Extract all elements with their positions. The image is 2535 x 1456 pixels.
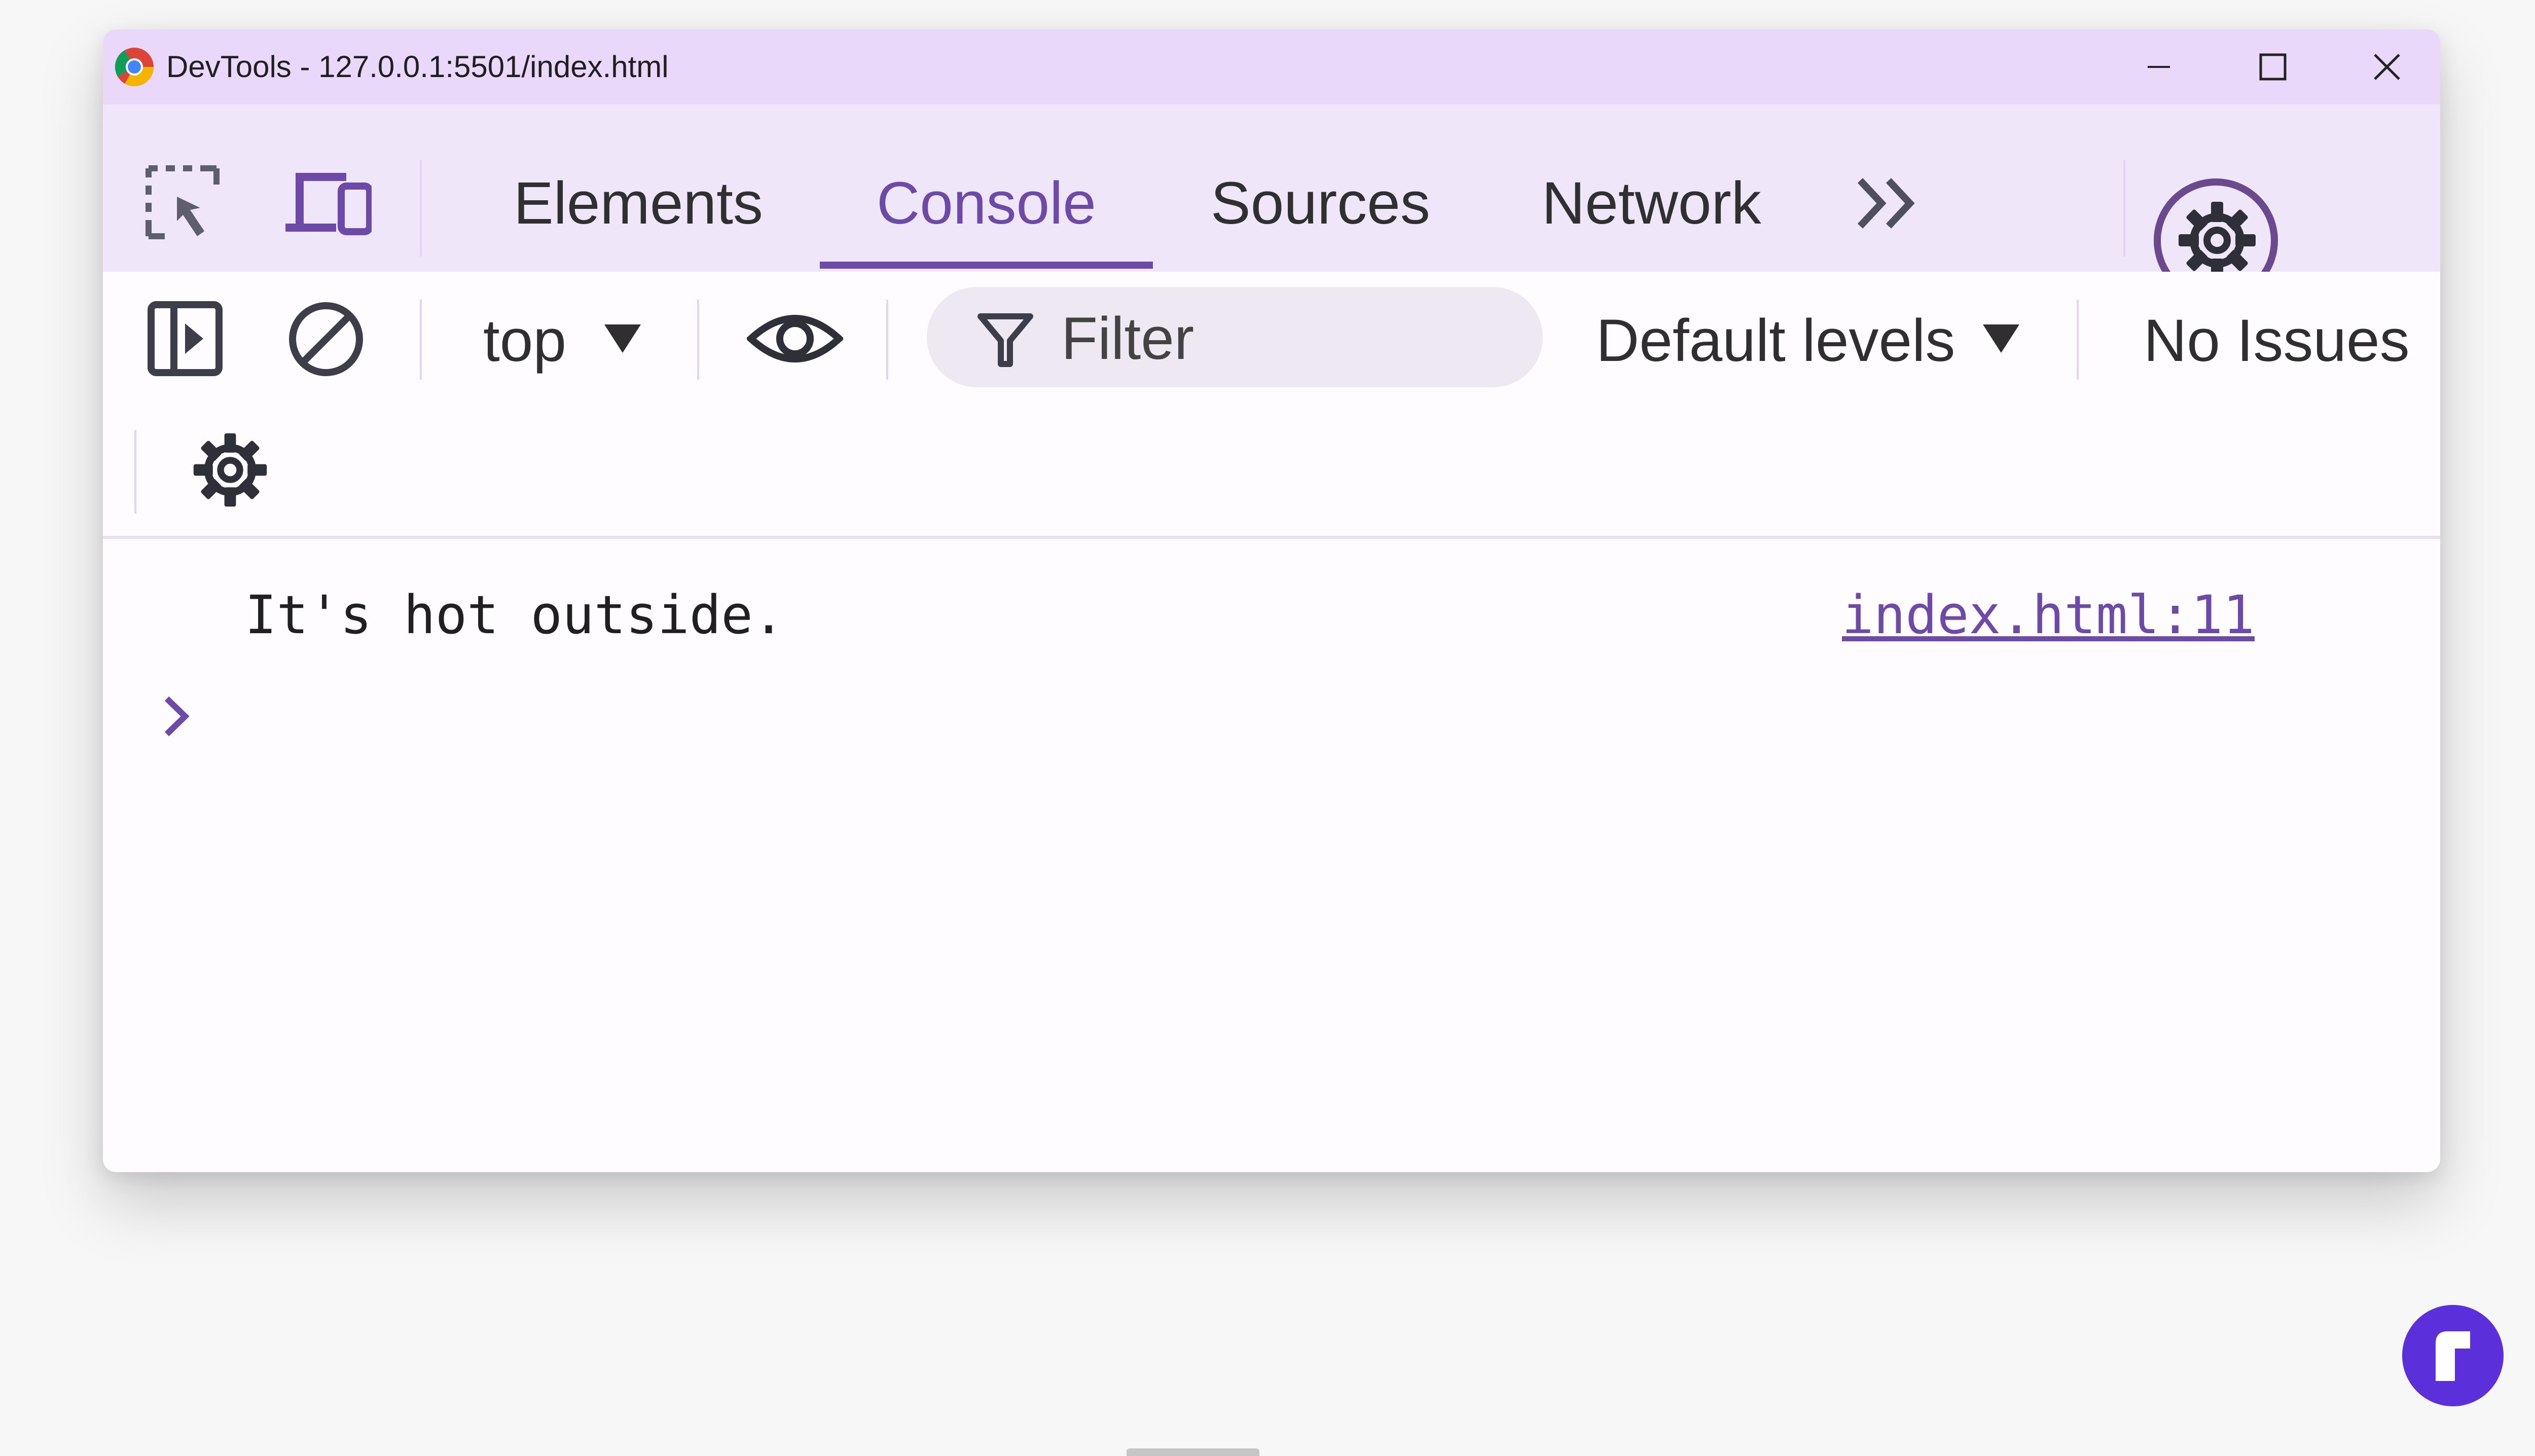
drag-handle[interactable]: [1127, 1448, 1259, 1456]
filter-icon: [977, 313, 1033, 367]
device-toolbar-icon[interactable]: [285, 168, 372, 239]
chrome-icon: [115, 48, 154, 87]
eye-icon[interactable]: [747, 308, 843, 369]
console-output: It's hot outside. index.html:11: [103, 539, 2440, 1172]
filter-input[interactable]: Filter: [927, 287, 1543, 387]
separator: [134, 430, 136, 514]
devtools-window: DevTools - 127.0.0.1:5501/index.html Ele…: [103, 29, 2440, 1172]
inspect-element-icon[interactable]: [144, 164, 221, 240]
desktop: DevTools - 127.0.0.1:5501/index.html Ele…: [0, 0, 2535, 1456]
levels-selector[interactable]: Default levels: [1596, 305, 1955, 376]
r-badge-icon: [2436, 1331, 2470, 1381]
tab-sources[interactable]: Sources: [1211, 168, 1430, 239]
window-title: DevTools - 127.0.0.1:5501/index.html: [166, 50, 669, 84]
gear-icon[interactable]: [192, 431, 269, 508]
context-selector[interactable]: top: [483, 305, 566, 376]
title-bar: DevTools - 127.0.0.1:5501/index.html: [103, 29, 2440, 104]
tab-network[interactable]: Network: [1542, 168, 1761, 239]
sidebar-toggle-icon[interactable]: [148, 301, 223, 376]
tab-elements[interactable]: Elements: [514, 168, 763, 239]
chevron-down-icon[interactable]: [1981, 322, 2021, 355]
chevron-down-icon[interactable]: [602, 322, 643, 355]
issues-button[interactable]: No Issues: [2144, 305, 2410, 376]
separator: [886, 300, 888, 380]
active-tab-indicator: [820, 262, 1153, 269]
chevron-double-right-icon[interactable]: [1853, 175, 1919, 231]
console-message-text: It's hot outside.: [245, 584, 785, 646]
close-icon[interactable]: [2367, 47, 2407, 87]
separator: [420, 160, 422, 257]
separator: [420, 300, 422, 380]
console-message-source-link[interactable]: index.html:11: [1842, 579, 2255, 650]
filter-placeholder: Filter: [1061, 305, 1194, 372]
minimize-icon[interactable]: [2139, 47, 2179, 87]
tab-console[interactable]: Console: [877, 168, 1096, 239]
separator: [697, 300, 699, 380]
separator: [2123, 160, 2125, 257]
chevron-right-icon[interactable]: [159, 694, 194, 739]
clear-console-icon[interactable]: [288, 301, 364, 377]
r-badge[interactable]: [2402, 1305, 2504, 1406]
maximize-icon[interactable]: [2253, 47, 2293, 87]
console-toolbar: top Filter Default levels No Issues: [103, 272, 2440, 539]
gear-icon[interactable]: [2177, 200, 2258, 281]
panel-tab-bar: Elements Console Sources Network: [103, 104, 2440, 303]
separator: [2077, 300, 2079, 380]
